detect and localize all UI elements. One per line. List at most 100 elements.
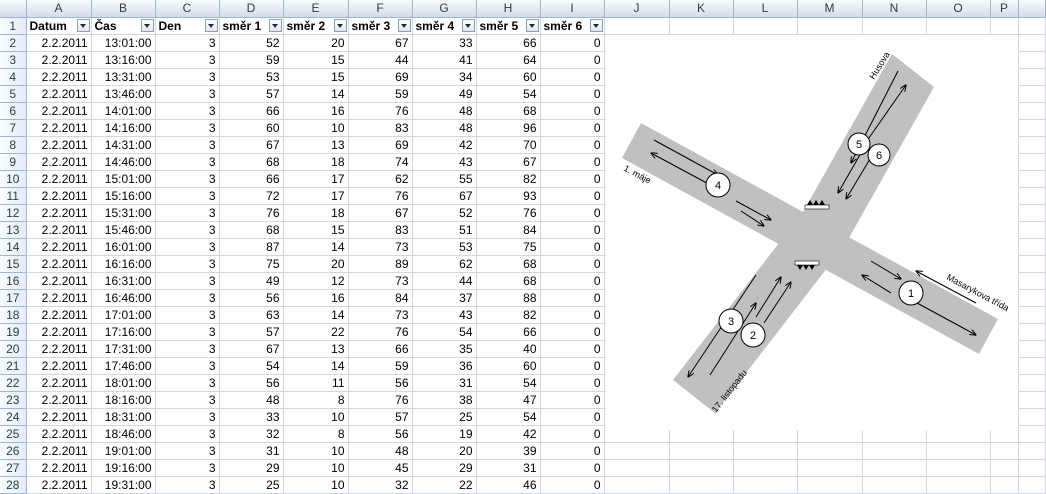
data-cell[interactable]: 41 — [412, 51, 477, 69]
data-cell[interactable]: 76 — [348, 102, 413, 120]
data-cell[interactable]: 48 — [412, 102, 477, 120]
data-cell[interactable]: 42 — [476, 425, 541, 443]
data-cell[interactable]: 19:31:00 — [91, 476, 156, 494]
data-cell[interactable]: 2.2.2011 — [26, 357, 92, 375]
data-cell[interactable]: 93 — [476, 187, 541, 205]
data-cell[interactable]: 13:16:00 — [91, 51, 156, 69]
data-cell[interactable]: 67 — [412, 187, 477, 205]
data-cell[interactable]: 12 — [283, 272, 349, 290]
data-cell[interactable]: 0 — [540, 34, 605, 52]
data-cell[interactable]: 16 — [283, 102, 349, 120]
data-cell[interactable]: 31 — [476, 459, 541, 477]
row-header[interactable]: 6 — [0, 102, 27, 120]
data-cell[interactable]: 73 — [348, 272, 413, 290]
data-cell[interactable]: 82 — [476, 306, 541, 324]
data-cell[interactable]: 29 — [412, 459, 477, 477]
data-cell[interactable]: 54 — [476, 85, 541, 103]
data-cell[interactable]: 55 — [412, 170, 477, 188]
data-cell[interactable]: 17:31:00 — [91, 340, 156, 358]
empty-cell[interactable] — [1018, 340, 1046, 358]
data-cell[interactable]: 0 — [540, 119, 605, 137]
data-cell[interactable]: 3 — [155, 255, 220, 273]
data-cell[interactable]: 2.2.2011 — [26, 408, 92, 426]
row-header[interactable]: 8 — [0, 136, 27, 154]
data-cell[interactable]: 0 — [540, 289, 605, 307]
empty-cell[interactable] — [926, 476, 991, 494]
empty-cell[interactable] — [604, 459, 670, 477]
empty-cell[interactable] — [1018, 323, 1046, 341]
data-cell[interactable]: 3 — [155, 442, 220, 460]
data-cell[interactable]: 62 — [348, 170, 413, 188]
empty-cell[interactable] — [1018, 17, 1046, 35]
data-cell[interactable]: 2.2.2011 — [26, 306, 92, 324]
data-cell[interactable]: 56 — [219, 289, 284, 307]
data-cell[interactable]: 2.2.2011 — [26, 136, 92, 154]
empty-cell[interactable] — [926, 442, 991, 460]
row-header[interactable]: 4 — [0, 68, 27, 86]
data-cell[interactable]: 83 — [348, 221, 413, 239]
data-cell[interactable]: 33 — [412, 34, 477, 52]
data-cell[interactable]: 66 — [219, 102, 284, 120]
column-header-next[interactable] — [1018, 0, 1046, 18]
data-cell[interactable]: 0 — [540, 255, 605, 273]
data-cell[interactable]: 48 — [219, 391, 284, 409]
data-cell[interactable]: 22 — [412, 476, 477, 494]
data-cell[interactable]: 63 — [219, 306, 284, 324]
data-cell[interactable]: 3 — [155, 357, 220, 375]
data-cell[interactable]: 45 — [348, 459, 413, 477]
row-header[interactable]: 23 — [0, 391, 27, 409]
data-cell[interactable]: 39 — [476, 442, 541, 460]
data-cell[interactable]: 14 — [283, 238, 349, 256]
row-header[interactable]: 1 — [0, 17, 27, 35]
data-cell[interactable]: 2.2.2011 — [26, 102, 92, 120]
row-header[interactable]: 3 — [0, 51, 27, 69]
data-cell[interactable]: 2.2.2011 — [26, 187, 92, 205]
data-cell[interactable]: 49 — [412, 85, 477, 103]
data-cell[interactable]: 13:01:00 — [91, 34, 156, 52]
empty-cell[interactable] — [862, 476, 927, 494]
empty-cell[interactable] — [604, 17, 670, 35]
data-cell[interactable]: 0 — [540, 323, 605, 341]
row-header[interactable]: 2 — [0, 34, 27, 52]
empty-cell[interactable] — [1018, 255, 1046, 273]
empty-cell[interactable] — [797, 459, 863, 477]
data-cell[interactable]: 15:16:00 — [91, 187, 156, 205]
data-cell[interactable]: 16 — [283, 289, 349, 307]
row-header[interactable]: 12 — [0, 204, 27, 222]
data-cell[interactable]: 3 — [155, 476, 220, 494]
column-header-M[interactable]: M — [797, 0, 863, 18]
empty-cell[interactable] — [1018, 51, 1046, 69]
data-cell[interactable]: 0 — [540, 51, 605, 69]
data-cell[interactable]: 14:31:00 — [91, 136, 156, 154]
data-cell[interactable]: 0 — [540, 391, 605, 409]
data-cell[interactable]: 46 — [476, 476, 541, 494]
data-cell[interactable]: 0 — [540, 187, 605, 205]
row-header[interactable]: 19 — [0, 323, 27, 341]
data-cell[interactable]: 3 — [155, 34, 220, 52]
data-cell[interactable]: 3 — [155, 323, 220, 341]
data-cell[interactable]: 68 — [476, 255, 541, 273]
data-cell[interactable]: 66 — [476, 34, 541, 52]
data-cell[interactable]: 68 — [219, 221, 284, 239]
table-header-cell[interactable]: směr 2 — [283, 17, 349, 35]
data-cell[interactable]: 53 — [412, 238, 477, 256]
data-cell[interactable]: 10 — [283, 442, 349, 460]
row-header[interactable]: 18 — [0, 306, 27, 324]
data-cell[interactable]: 36 — [412, 357, 477, 375]
data-cell[interactable]: 70 — [476, 136, 541, 154]
empty-cell[interactable] — [862, 459, 927, 477]
data-cell[interactable]: 2.2.2011 — [26, 425, 92, 443]
empty-cell[interactable] — [1018, 442, 1046, 460]
filter-dropdown-button[interactable] — [589, 19, 603, 32]
data-cell[interactable]: 10 — [283, 459, 349, 477]
data-cell[interactable]: 96 — [476, 119, 541, 137]
row-header[interactable]: 15 — [0, 255, 27, 273]
data-cell[interactable]: 15 — [283, 221, 349, 239]
data-cell[interactable]: 33 — [219, 408, 284, 426]
data-cell[interactable]: 38 — [412, 391, 477, 409]
row-header[interactable]: 22 — [0, 374, 27, 392]
data-cell[interactable]: 2.2.2011 — [26, 374, 92, 392]
data-cell[interactable]: 82 — [476, 170, 541, 188]
empty-cell[interactable] — [733, 17, 798, 35]
column-header-D[interactable]: D — [219, 0, 284, 18]
